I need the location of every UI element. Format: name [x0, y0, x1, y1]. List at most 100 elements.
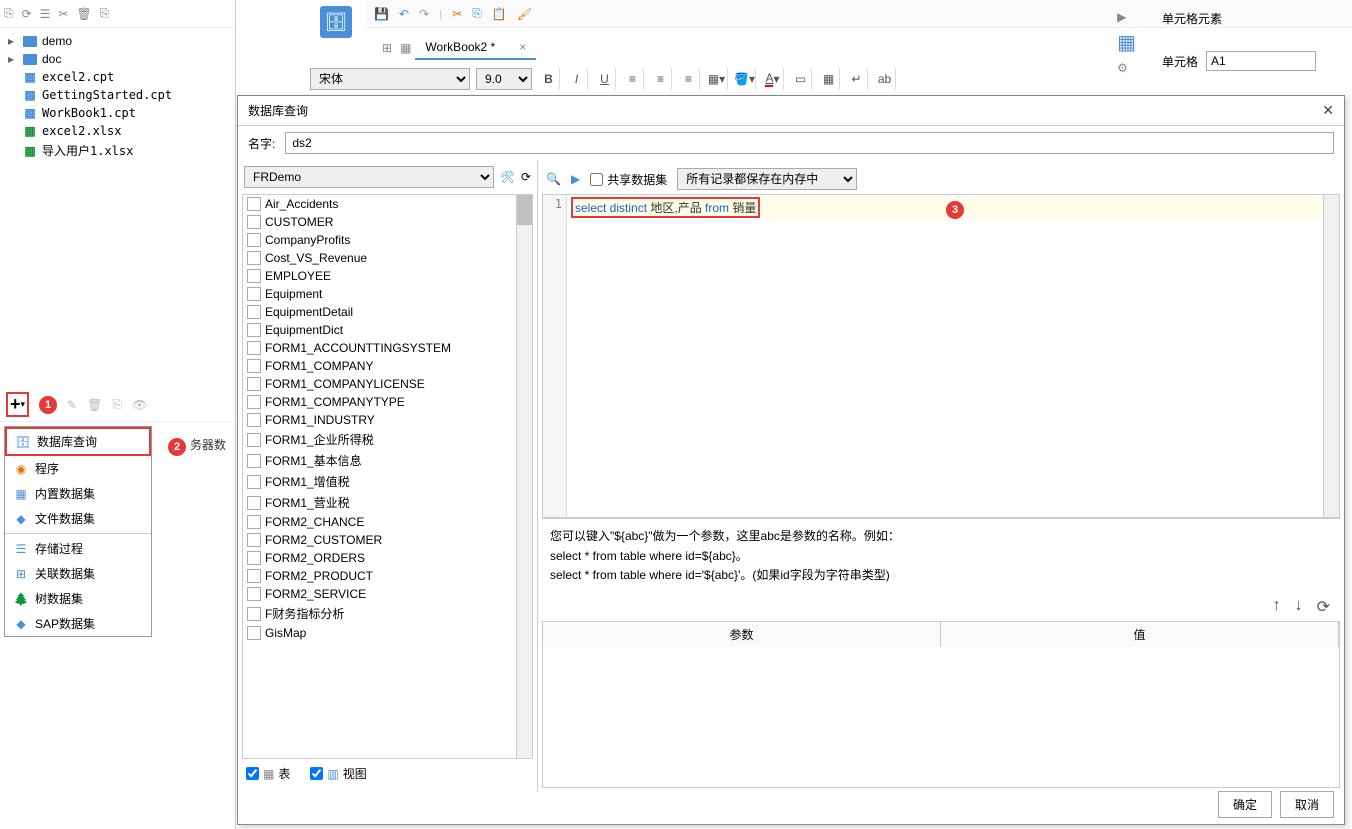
grid-icon[interactable]: ⊞	[378, 37, 396, 59]
table-row[interactable]: Air_Accidents	[243, 195, 532, 213]
fill-icon[interactable]: 🪣▾	[734, 68, 756, 90]
arrow-right-icon[interactable]: ▶	[1117, 10, 1136, 24]
grid-icon-2[interactable]: ▦	[396, 37, 415, 59]
list-icon[interactable]: ☰	[40, 7, 51, 21]
edit-icon[interactable]: ✎	[67, 398, 77, 412]
table-row[interactable]: FORM1_COMPANYTYPE	[243, 393, 532, 411]
down-icon[interactable]: ↓	[1295, 597, 1303, 617]
italic-icon[interactable]: I	[566, 68, 588, 90]
cut-icon[interactable]: ✂	[452, 7, 462, 21]
check-view[interactable]: ▥视图	[310, 765, 366, 782]
refresh-params-icon[interactable]: ⟳	[1317, 597, 1330, 617]
tree-folder[interactable]: ▸demo	[4, 32, 231, 50]
format-painter-icon[interactable]: 🖌	[517, 7, 532, 21]
memory-select[interactable]: 所有记录都保存在内存中	[677, 168, 857, 190]
copy-icon[interactable]: ⎘	[100, 6, 110, 21]
table-row[interactable]: FORM1_企业所得税	[243, 429, 532, 450]
redo-icon[interactable]: ↷	[419, 7, 429, 21]
menu-tree[interactable]: 🌲树数据集	[5, 586, 151, 611]
table-row[interactable]: F财务指标分析	[243, 603, 532, 624]
table-row[interactable]: FORM1_COMPANYLICENSE	[243, 375, 532, 393]
settings-icon[interactable]: ⚙	[1117, 61, 1136, 75]
table-row[interactable]: EMPLOYEE	[243, 267, 532, 285]
cell-input[interactable]	[1206, 51, 1316, 71]
table-row[interactable]: Equipment	[243, 285, 532, 303]
save-icon[interactable]: 💾	[374, 7, 389, 21]
undo-icon[interactable]: ↶	[399, 7, 409, 21]
align-right-icon[interactable]: ≡	[678, 68, 700, 90]
paste-icon[interactable]: 📋	[492, 7, 507, 21]
tree-file[interactable]: ▦excel2.cpt	[4, 68, 231, 86]
close-icon[interactable]: ✕	[1322, 102, 1334, 119]
align-left-icon[interactable]: ≡	[622, 68, 644, 90]
table-list[interactable]: Air_AccidentsCUSTOMERCompanyProfitsCost_…	[242, 194, 533, 759]
align-center-icon[interactable]: ≡	[650, 68, 672, 90]
menu-sap[interactable]: ◆SAP数据集	[5, 611, 151, 636]
share-checkbox[interactable]: 共享数据集	[590, 171, 667, 188]
menu-file[interactable]: ◆文件数据集	[5, 506, 151, 531]
add-dataset-button[interactable]: +▾	[6, 392, 29, 417]
cut-icon[interactable]: ✂	[58, 7, 68, 21]
font-select[interactable]: 宋体	[310, 68, 470, 90]
new-icon[interactable]: ⎘	[4, 6, 14, 21]
bold-icon[interactable]: B	[538, 68, 560, 90]
text-icon[interactable]: ab	[874, 68, 896, 90]
scrollbar[interactable]	[516, 195, 532, 758]
table-row[interactable]: FORM2_ORDERS	[243, 549, 532, 567]
tree-file[interactable]: ▦WorkBook1.cpt	[4, 104, 231, 122]
up-icon[interactable]: ↑	[1273, 597, 1281, 617]
split-icon[interactable]: ▦	[818, 68, 840, 90]
tree-file[interactable]: ▦GettingStarted.cpt	[4, 86, 231, 104]
table-row[interactable]: FORM2_CHANCE	[243, 513, 532, 531]
refresh-icon[interactable]: ⟳	[521, 170, 531, 184]
grid-large-icon[interactable]: ▦	[1117, 30, 1136, 55]
table-row[interactable]: Cost_VS_Revenue	[243, 249, 532, 267]
menu-program[interactable]: ◉程序	[5, 456, 151, 481]
table-row[interactable]: FORM2_CUSTOMER	[243, 531, 532, 549]
cancel-button[interactable]: 取消	[1280, 791, 1334, 818]
table-row[interactable]: EquipmentDict	[243, 321, 532, 339]
run-sql-icon[interactable]: ▶	[571, 172, 580, 186]
trash-icon[interactable]: 🗑	[87, 398, 102, 412]
check-table[interactable]: ▦表	[246, 765, 290, 782]
table-row[interactable]: FORM2_SERVICE	[243, 585, 532, 603]
menu-join[interactable]: ⊞关联数据集	[5, 561, 151, 586]
sql-editor[interactable]: 1 select distinct 地区,产品 from 销量	[542, 194, 1340, 518]
menu-proc[interactable]: ☰存储过程	[5, 536, 151, 561]
scrollbar[interactable]	[1323, 195, 1339, 517]
name-input[interactable]	[285, 132, 1334, 154]
tree-file[interactable]: ▦导入用户1.xlsx	[4, 140, 231, 161]
underline-icon[interactable]: U	[594, 68, 616, 90]
table-row[interactable]: EquipmentDetail	[243, 303, 532, 321]
table-row[interactable]: FORM1_COMPANY	[243, 357, 532, 375]
refresh-icon[interactable]: ⟳	[22, 7, 32, 21]
menu-builtin[interactable]: ▦内置数据集	[5, 481, 151, 506]
preview-icon[interactable]: 👁	[132, 398, 147, 412]
table-row[interactable]: FORM2_PRODUCT	[243, 567, 532, 585]
table-row[interactable]: FORM1_营业税	[243, 492, 532, 513]
table-row[interactable]: FORM1_增值税	[243, 471, 532, 492]
preview-sql-icon[interactable]: 🔍	[546, 172, 561, 186]
tools-icon[interactable]: 🛠	[500, 170, 515, 184]
app-db-icon[interactable]: 🗄	[320, 6, 352, 38]
table-row[interactable]: FORM1_INDUSTRY	[243, 411, 532, 429]
wrap-icon[interactable]: ↵	[846, 68, 868, 90]
merge-icon[interactable]: ▭	[790, 68, 812, 90]
table-row[interactable]: FORM1_基本信息	[243, 450, 532, 471]
tab-workbook[interactable]: WorkBook2 * ×	[415, 36, 536, 60]
table-row[interactable]: CUSTOMER	[243, 213, 532, 231]
ok-button[interactable]: 确定	[1218, 791, 1272, 818]
size-select[interactable]: 9.0	[476, 68, 532, 90]
font-color-icon[interactable]: A▾	[762, 68, 784, 90]
menu-db-query[interactable]: 🗄数据库查询	[5, 427, 151, 456]
tree-file[interactable]: ▦excel2.xlsx	[4, 122, 231, 140]
tree-folder[interactable]: ▸doc	[4, 50, 231, 68]
table-row[interactable]: CompanyProfits	[243, 231, 532, 249]
close-icon[interactable]: ×	[519, 40, 526, 54]
copy-ds-icon[interactable]: ⎘	[112, 397, 122, 412]
delete-icon[interactable]: 🗑	[77, 7, 92, 21]
copy-icon[interactable]: ⎘	[472, 6, 482, 21]
db-select[interactable]: FRDemo	[244, 166, 494, 188]
table-row[interactable]: GisMap	[243, 624, 532, 642]
table-row[interactable]: FORM1_ACCOUNTTINGSYSTEM	[243, 339, 532, 357]
